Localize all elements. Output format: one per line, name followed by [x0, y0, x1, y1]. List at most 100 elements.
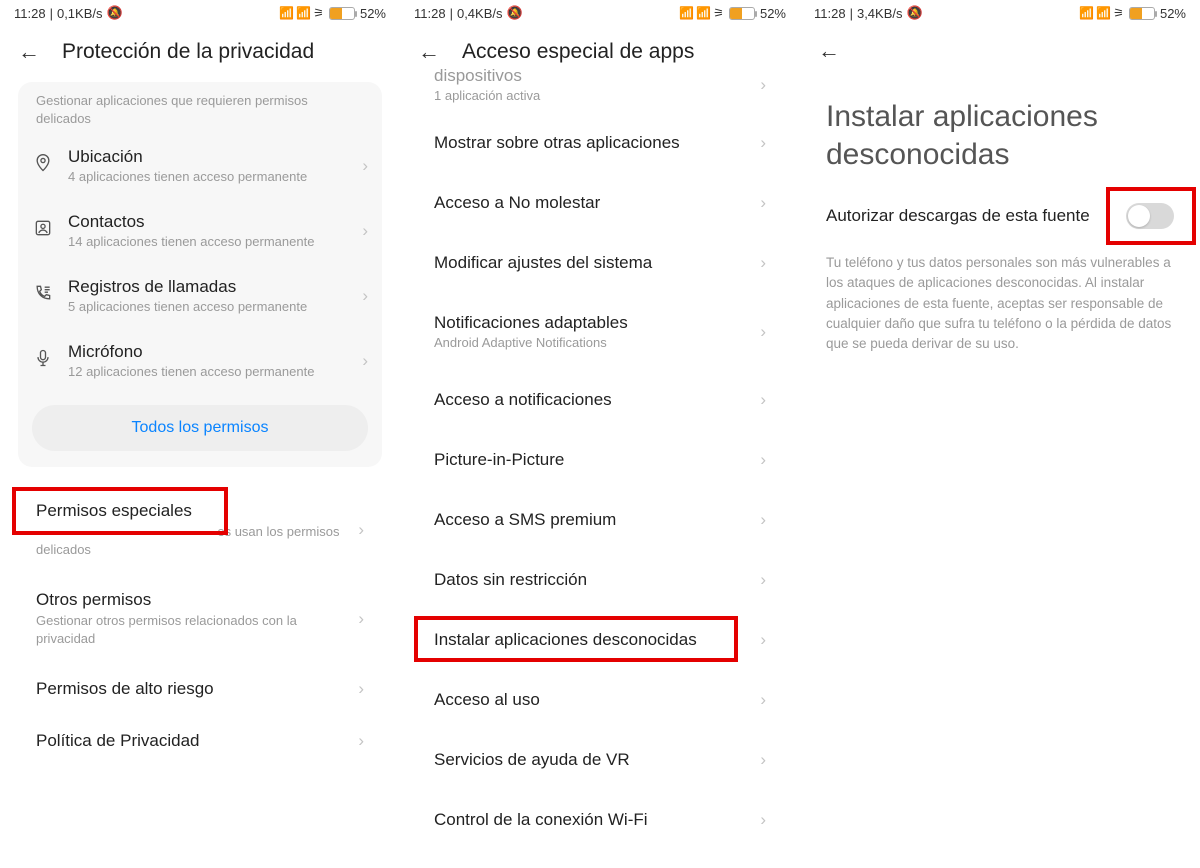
row-title: Otros permisos: [36, 590, 358, 610]
row-control-de-la-conexi-n-wi-fi[interactable]: Control de la conexión Wi-Fi›: [400, 790, 800, 850]
chevron-right-icon: ›: [358, 731, 364, 751]
row-sub: 14 aplicaciones tienen acceso permanente: [68, 234, 348, 249]
row-calllog[interactable]: Registros de llamadas 5 aplicaciones tie…: [18, 263, 382, 328]
row-sub: 1 aplicación activa: [434, 88, 760, 103]
row-sub: 4 aplicaciones tienen acceso permanente: [68, 169, 348, 184]
screen-privacy-protection: 11:28 | 0,1KB/s 🔕 📶 📶 ⚞ 52% ← Protección…: [0, 0, 400, 868]
row-microphone[interactable]: Micrófono 12 aplicaciones tienen acceso …: [18, 328, 382, 393]
chevron-right-icon: ›: [760, 253, 766, 273]
battery-pct: 52%: [760, 6, 786, 21]
row-title: Contactos: [68, 212, 348, 232]
status-speed: 3,4KB/s: [857, 6, 903, 21]
signal-icon: 📶: [696, 6, 711, 20]
mic-icon: [32, 348, 54, 373]
row-servicios-de-ayuda-de-vr[interactable]: Servicios de ayuda de VR›: [400, 730, 800, 790]
permissions-card: Gestionar aplicaciones que requieren per…: [18, 82, 382, 467]
row-sub: Monitorizar cómo las aplicaciones usan l…: [36, 523, 358, 558]
row-notificaciones-adaptables[interactable]: Notificaciones adaptables Android Adaptiv…: [400, 293, 800, 370]
row-high-risk-permissions[interactable]: Permisos de alto riesgo ›: [12, 663, 388, 715]
screen-install-unknown: 11:28 | 3,4KB/s 🔕 📶 📶 ⚞ 52% ← Instalar a…: [800, 0, 1200, 868]
status-time: 11:28: [14, 6, 46, 21]
row-title: Instalar aplicaciones desconocidas: [434, 630, 760, 650]
row-title: Mostrar sobre otras aplicaciones: [434, 133, 760, 153]
chevron-right-icon: ›: [760, 630, 766, 650]
chevron-right-icon: ›: [362, 286, 368, 306]
button-label: Todos los permisos: [132, 419, 269, 437]
signal-icon: 📶: [279, 6, 294, 20]
chevron-right-icon: ›: [362, 221, 368, 241]
row-title: dispositivos: [434, 66, 760, 86]
row-special-permissions[interactable]: Permisos especiales Monitorizar cómo las…: [12, 485, 388, 574]
header: ← Protección de la privacidad: [0, 26, 400, 82]
back-button[interactable]: ←: [18, 41, 40, 63]
chevron-right-icon: ›: [358, 609, 364, 629]
row-modificar-ajustes-del-sistema[interactable]: Modificar ajustes del sistema›: [400, 233, 800, 293]
signal-icon: 📶: [679, 6, 694, 20]
card-intro: Gestionar aplicaciones que requieren per…: [18, 88, 382, 133]
row-sub: Gestionar otros permisos relacionados co…: [36, 612, 358, 647]
chevron-right-icon: ›: [760, 133, 766, 153]
back-button[interactable]: ←: [818, 40, 840, 62]
row-title: Permisos especiales: [36, 501, 358, 521]
chevron-right-icon: ›: [760, 750, 766, 770]
row-other-permissions[interactable]: Otros permisos Gestionar otros permisos …: [12, 574, 388, 663]
row-title: Acceso al uso: [434, 690, 760, 710]
chevron-right-icon: ›: [760, 690, 766, 710]
chevron-right-icon: ›: [358, 679, 364, 699]
chevron-right-icon: ›: [760, 810, 766, 830]
row-acceso-a-notificaciones[interactable]: Acceso a notificaciones›: [400, 370, 800, 430]
contacts-icon: [32, 218, 54, 243]
row-mostrar-sobre-otras-aplicaciones[interactable]: Mostrar sobre otras aplicaciones›: [400, 113, 800, 173]
battery-icon: [1129, 7, 1155, 20]
status-time: 11:28: [814, 6, 846, 21]
back-button[interactable]: ←: [418, 41, 440, 63]
row-acceso-al-uso[interactable]: Acceso al uso›: [400, 670, 800, 730]
toggle-label: Autorizar descargas de esta fuente: [826, 206, 1126, 226]
battery-pct: 52%: [360, 6, 386, 21]
dnd-icon: 🔕: [507, 5, 523, 21]
row-sub: 12 aplicaciones tienen acceso permanente: [68, 364, 348, 379]
all-permissions-button[interactable]: Todos los permisos: [32, 405, 368, 451]
row-title: Datos sin restricción: [434, 570, 760, 590]
row-location[interactable]: Ubicación 4 aplicaciones tienen acceso p…: [18, 133, 382, 198]
row-acceso-a-sms-premium[interactable]: Acceso a SMS premium›: [400, 490, 800, 550]
row-title: Notificaciones adaptables: [434, 313, 760, 333]
page-title: Acceso especial de apps: [462, 40, 694, 64]
chevron-right-icon: ›: [760, 75, 766, 95]
row-instalar-aplicaciones-desconocidas[interactable]: Instalar aplicaciones desconocidas›: [400, 610, 800, 670]
row-title: Servicios de ayuda de VR: [434, 750, 760, 770]
row-title: Control de la conexión Wi-Fi: [434, 810, 760, 830]
row-allow-downloads: Autorizar descargas de esta fuente: [800, 183, 1200, 243]
row-contacts[interactable]: Contactos 14 aplicaciones tienen acceso …: [18, 198, 382, 263]
allow-downloads-toggle[interactable]: [1126, 203, 1174, 229]
row-title: Modificar ajustes del sistema: [434, 253, 760, 273]
dnd-icon: 🔕: [107, 5, 123, 21]
chevron-right-icon: ›: [362, 156, 368, 176]
row-sub: 5 aplicaciones tienen acceso permanente: [68, 299, 348, 314]
signal-icon: 📶: [1096, 6, 1111, 20]
status-speed: 0,4KB/s: [457, 6, 503, 21]
row-sub: Android Adaptive Notifications: [434, 335, 760, 350]
row-title: Registros de llamadas: [68, 277, 348, 297]
row-acceso-a-no-molestar[interactable]: Acceso a No molestar›: [400, 173, 800, 233]
chevron-right-icon: ›: [760, 510, 766, 530]
row-title: Acceso a notificaciones: [434, 390, 760, 410]
chevron-right-icon: ›: [760, 322, 766, 342]
battery-icon: [329, 7, 355, 20]
status-time: 11:28: [414, 6, 446, 21]
row-devices-cutoff[interactable]: dispositivos 1 aplicación activa ›: [400, 66, 800, 113]
chevron-right-icon: ›: [760, 390, 766, 410]
chevron-right-icon: ›: [760, 570, 766, 590]
calllog-icon: [32, 283, 54, 308]
wifi-icon: ⚞: [1113, 6, 1124, 20]
signal-icon: 📶: [296, 6, 311, 20]
screen-special-access: 11:28 | 0,4KB/s 🔕 📶 📶 ⚞ 52% ← Acceso esp…: [400, 0, 800, 868]
wifi-icon: ⚞: [713, 6, 724, 20]
row-picture-in-picture[interactable]: Picture-in-Picture›: [400, 430, 800, 490]
row-datos-sin-restricci-n[interactable]: Datos sin restricción›: [400, 550, 800, 610]
chevron-right-icon: ›: [362, 351, 368, 371]
wifi-icon: ⚞: [313, 6, 324, 20]
row-title: Picture-in-Picture: [434, 450, 760, 470]
row-privacy-policy[interactable]: Política de Privacidad ›: [12, 715, 388, 767]
row-title: Permisos de alto riesgo: [36, 679, 358, 699]
